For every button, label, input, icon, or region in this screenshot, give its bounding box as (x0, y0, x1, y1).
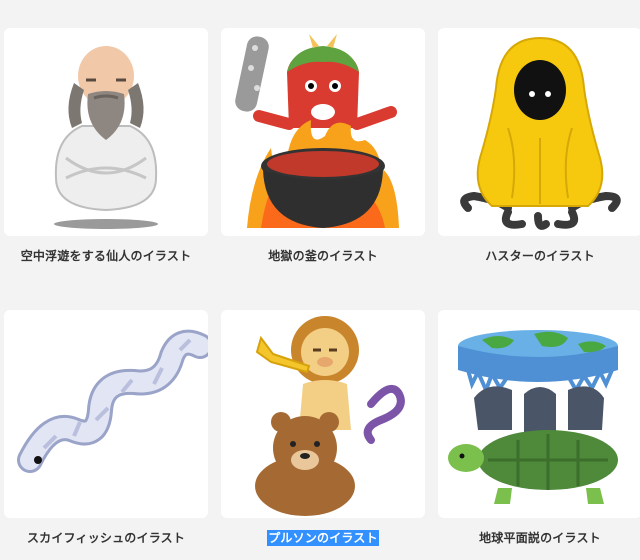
illustration-card-hastur[interactable] (438, 28, 640, 236)
illustration-card-flat-earth[interactable] (438, 310, 640, 518)
floating-hermit-icon (54, 46, 158, 229)
caption-hell-cauldron[interactable]: 地獄の釜のイラスト (221, 247, 425, 264)
illustration-card-purson[interactable] (221, 310, 425, 518)
illustration-card-floating-hermit[interactable] (4, 28, 208, 236)
flat-earth-icon (448, 330, 618, 504)
hastur-icon (460, 36, 621, 230)
selected-text-highlight: プルソンのイラスト (267, 530, 379, 546)
illustration-card-skyfish[interactable] (4, 310, 208, 518)
caption-flat-earth[interactable]: 地球平面説のイラスト (438, 529, 640, 546)
hell-cauldron-icon (235, 34, 399, 228)
caption-floating-hermit[interactable]: 空中浮遊をする仙人のイラスト (4, 247, 208, 264)
skyfish-icon (17, 329, 208, 473)
caption-purson[interactable]: プルソンのイラスト (221, 529, 425, 546)
purson-icon (255, 316, 405, 516)
caption-hastur[interactable]: ハスターのイラスト (438, 247, 640, 264)
illustration-grid: 空中浮遊をする仙人のイラスト 地獄の釜のイラスト ハスターのイラスト スカイフィ… (0, 0, 640, 560)
illustration-card-hell-cauldron[interactable] (221, 28, 425, 236)
caption-skyfish[interactable]: スカイフィッシュのイラスト (4, 529, 208, 546)
